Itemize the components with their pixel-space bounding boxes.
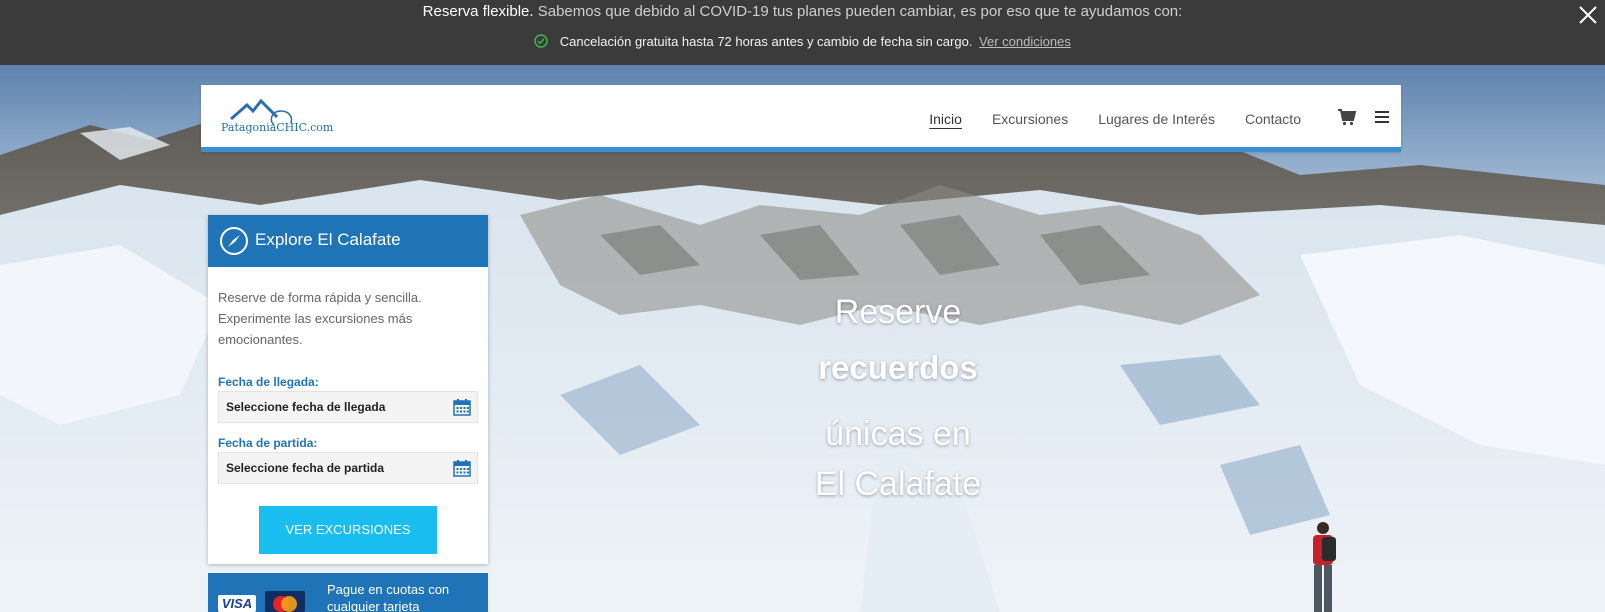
hero-line-2: recuerdos <box>818 349 978 386</box>
calendar-icon[interactable] <box>453 398 471 416</box>
notice-headline-strong: Reserva flexible. <box>422 3 534 20</box>
covid-notice-bar: Reserva flexible. Sabemos que debido al … <box>0 0 1605 65</box>
check-circle-icon <box>534 34 548 48</box>
nav-item-inicio[interactable]: Inicio <box>929 111 962 127</box>
mastercard-icon <box>265 591 305 612</box>
site-header: PatagoniaCHIC.com Inicio Excursiones Lug… <box>201 85 1401 152</box>
site-logo[interactable] <box>219 97 329 141</box>
booking-header: Explore El Calafate <box>208 215 488 267</box>
calendar-icon[interactable] <box>453 459 471 477</box>
conditions-link[interactable]: Ver condiciones <box>979 34 1071 49</box>
booking-description: Reserve de forma rápida y sencilla. Expe… <box>218 290 422 347</box>
notice-benefit-text: Cancelación gratuita hasta 72 horas ante… <box>559 34 973 49</box>
notice-headline: Reserva flexible. Sabemos que debido al … <box>0 3 1605 21</box>
hero-line-1: Reserve <box>834 293 962 331</box>
cart-icon[interactable] <box>1337 108 1357 126</box>
booking-widget: Explore El Calafate Reserve de forma ráp… <box>208 215 488 564</box>
main-nav: Inicio Excursiones Lugares de Interés Co… <box>929 85 1301 152</box>
installments-line1: Pague en cuotas con <box>327 582 450 597</box>
departure-date-field[interactable]: Seleccione fecha de partida <box>218 452 478 484</box>
arrival-date-field[interactable]: Seleccione fecha de llegada <box>218 391 478 423</box>
notice-benefit-line: Cancelación gratuita hasta 72 horas ante… <box>0 33 1605 51</box>
nav-item-excursiones[interactable]: Excursiones <box>992 111 1068 127</box>
nav-item-contacto[interactable]: Contacto <box>1245 111 1301 127</box>
compass-icon <box>220 227 248 255</box>
visa-icon: VISA <box>218 595 256 612</box>
nav-item-lugares-de-interes[interactable]: Lugares de Interés <box>1098 111 1215 127</box>
payment-methods-strip: VISA Pague en cuotas con cualquier tarje… <box>208 573 488 612</box>
departure-date-placeholder: Seleccione fecha de partida <box>226 461 385 475</box>
logo-text: PatagoniaCHIC.com <box>221 121 334 134</box>
installments-text: Pague en cuotas con cualquier tarjeta <box>327 581 449 612</box>
hero-line-4: El Calafate <box>814 465 982 503</box>
arrival-date-placeholder: Seleccione fecha de llegada <box>226 400 386 414</box>
hamburger-menu-icon[interactable] <box>1375 111 1389 123</box>
close-icon[interactable] <box>1577 4 1599 26</box>
installments-line2: cualquier tarjeta <box>327 599 420 612</box>
notice-headline-rest: Sabemos que debido al COVID-19 tus plane… <box>537 3 1183 20</box>
hero-line-3: únicas en <box>825 415 971 453</box>
view-excursions-button[interactable]: VER EXCURSIONES <box>259 506 437 554</box>
arrival-date-label: Fecha de llegada: <box>218 375 319 389</box>
departure-date-label: Fecha de partida: <box>218 436 318 450</box>
booking-title: Explore El Calafate <box>255 230 401 249</box>
